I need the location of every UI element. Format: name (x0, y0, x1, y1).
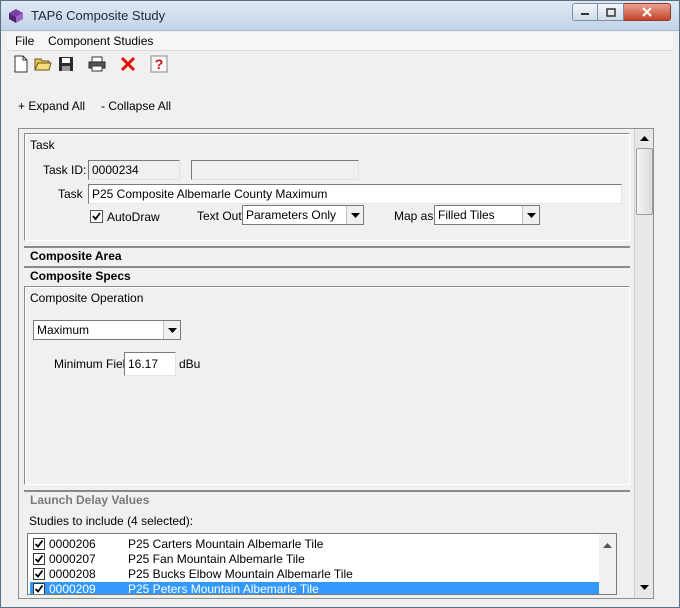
study-checkbox[interactable] (33, 568, 45, 580)
menu-file[interactable]: File (13, 34, 36, 48)
task-label: Task (58, 187, 83, 201)
app-logo-icon (8, 8, 24, 24)
task-id-field[interactable]: 0000234 (88, 160, 180, 180)
composite-operation-dropdown[interactable]: Maximum (33, 320, 181, 340)
chevron-down-icon (522, 206, 539, 224)
studies-label: Studies to include (4 selected): (29, 514, 194, 528)
vertical-scrollbar[interactable] (634, 129, 653, 598)
launch-delay-title: Launch Delay Values (30, 493, 150, 507)
list-item[interactable]: 0000208 P25 Bucks Elbow Mountain Albemar… (30, 567, 604, 582)
scroll-down-icon[interactable] (636, 579, 653, 596)
chevron-down-icon (163, 321, 180, 339)
minimum-field-label: Minimum Field (54, 357, 133, 371)
composite-area-title: Composite Area (30, 249, 122, 263)
composite-operation-section: Composite Operation Maximum Minimum Fiel… (24, 286, 630, 485)
list-item[interactable]: 0000206 P25 Carters Mountain Albemarle T… (30, 537, 604, 552)
delete-button[interactable] (117, 54, 138, 76)
save-icon (58, 56, 74, 75)
save-button[interactable] (55, 54, 76, 76)
print-button[interactable] (86, 54, 107, 76)
help-button[interactable]: ? (148, 54, 169, 76)
text-out-dropdown[interactable]: Parameters Only (242, 205, 364, 225)
task-section-label: Task (30, 138, 55, 152)
composite-operation-value: Maximum (37, 323, 90, 337)
open-folder-button[interactable] (32, 54, 53, 76)
map-as-dropdown[interactable]: Filled Tiles (434, 205, 540, 225)
scrollbar-thumb[interactable] (636, 148, 653, 215)
delete-icon (119, 55, 137, 76)
svg-text:?: ? (154, 56, 163, 72)
maximize-button[interactable] (598, 3, 624, 21)
study-name: P25 Fan Mountain Albemarle Tile (128, 552, 305, 566)
collapse-all-link[interactable]: - Collapse All (101, 99, 171, 113)
close-button[interactable] (624, 3, 671, 21)
task-section: Task Task ID: 0000234 Task P25 Composite… (24, 133, 630, 241)
study-id: 0000207 (49, 552, 96, 566)
launch-delay-section[interactable]: Launch Delay Values (24, 490, 630, 507)
study-id: 0000206 (49, 537, 96, 551)
map-as-label: Map as: (394, 209, 437, 223)
list-item[interactable]: 0000209 P25 Peters Mountain Albemarle Ti… (30, 582, 604, 595)
task-name-input[interactable]: P25 Composite Albemarle County Maximum (88, 184, 622, 204)
composite-operation-label: Composite Operation (30, 291, 144, 305)
autodraw-checkbox[interactable] (90, 210, 103, 223)
study-name: P25 Bucks Elbow Mountain Albemarle Tile (128, 567, 353, 581)
composite-specs-title: Composite Specs (30, 269, 131, 283)
study-id: 0000208 (49, 567, 96, 581)
minimum-field-unit: dBu (179, 357, 201, 371)
autodraw-label: AutoDraw (107, 210, 160, 224)
new-file-icon (13, 55, 29, 76)
studies-list[interactable]: 0000206 P25 Carters Mountain Albemarle T… (27, 533, 617, 595)
task-id-label: Task ID: (43, 163, 87, 177)
menu-bar: File Component Studies (7, 32, 673, 51)
text-out-label: Text Out: (197, 209, 246, 223)
minimum-field-input[interactable]: 16.17 (124, 352, 176, 376)
study-checkbox[interactable] (33, 553, 45, 565)
study-name: P25 Carters Mountain Albemarle Tile (128, 537, 324, 551)
map-as-value: Filled Tiles (438, 208, 495, 222)
chevron-down-icon (346, 206, 363, 224)
open-folder-icon (33, 56, 52, 75)
app-window: TAP6 Composite Study File Component Stud… (0, 0, 680, 608)
study-checkbox[interactable] (33, 583, 45, 594)
scroll-up-icon[interactable] (636, 130, 653, 147)
study-form-panel: Task Task ID: 0000234 Task P25 Composite… (18, 128, 654, 599)
study-checkbox[interactable] (33, 538, 45, 550)
composite-specs-section[interactable]: Composite Specs (24, 266, 630, 283)
help-icon: ? (150, 55, 168, 76)
print-icon (88, 56, 106, 75)
study-id: 0000209 (49, 582, 96, 595)
scroll-up-icon[interactable] (603, 537, 612, 551)
title-bar[interactable]: TAP6 Composite Study (1, 1, 679, 31)
new-file-button[interactable] (10, 54, 31, 76)
window-title: TAP6 Composite Study (31, 8, 166, 23)
minimize-button[interactable] (572, 3, 598, 21)
expand-all-link[interactable]: + Expand All (18, 99, 85, 113)
list-item[interactable]: 0000207 P25 Fan Mountain Albemarle Tile (30, 552, 604, 567)
task-id-secondary-field[interactable] (191, 160, 359, 180)
list-scrollbar[interactable] (599, 534, 616, 594)
study-name: P25 Peters Mountain Albemarle Tile (128, 582, 319, 595)
text-out-value: Parameters Only (246, 208, 337, 222)
composite-area-section[interactable]: Composite Area (24, 246, 630, 263)
menu-component-studies[interactable]: Component Studies (46, 34, 155, 48)
